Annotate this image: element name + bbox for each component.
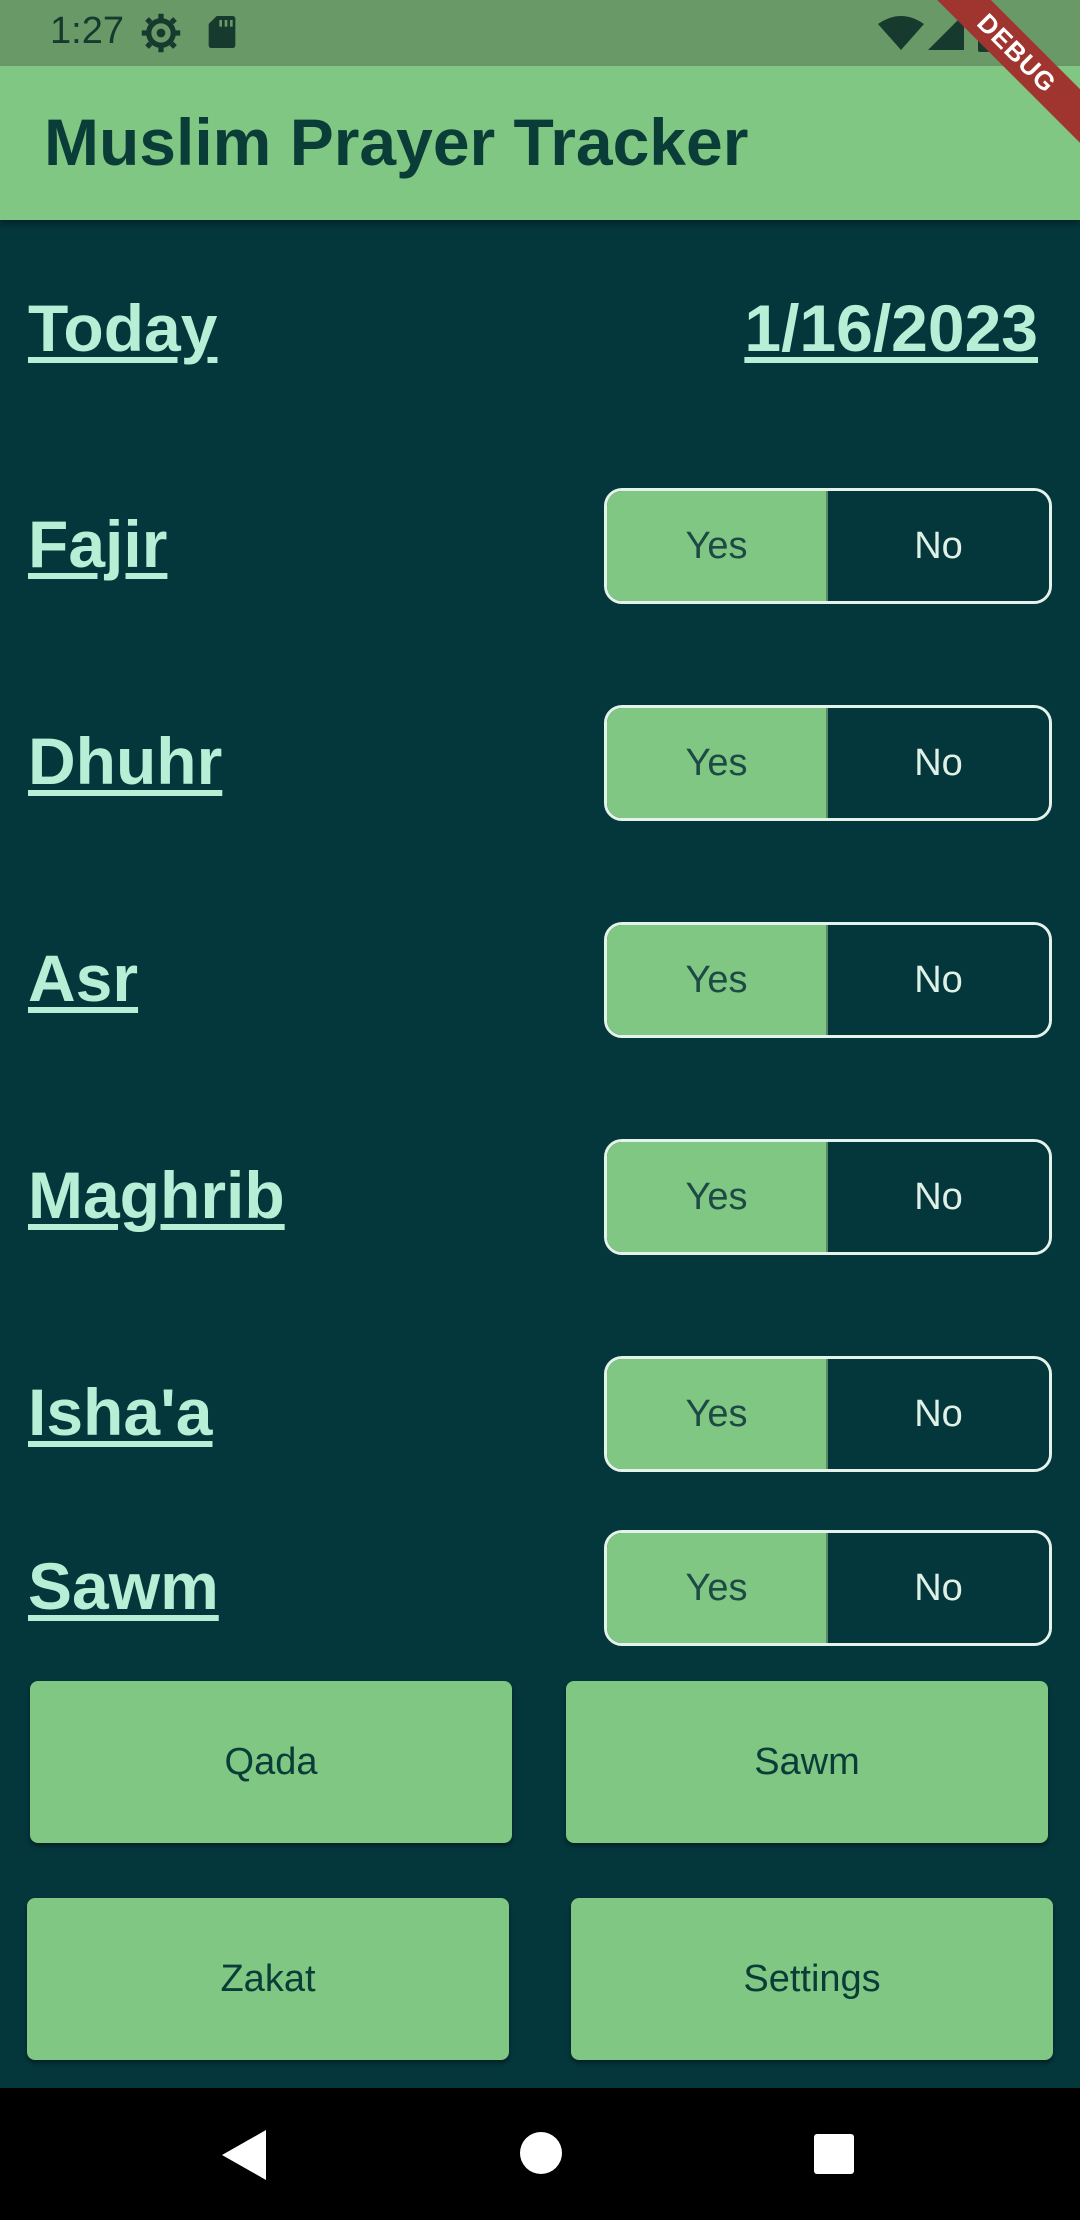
status-bar: 1:27 — [0, 0, 1080, 66]
prayer-toggle: Yes No — [604, 705, 1052, 821]
home-icon[interactable] — [520, 2132, 562, 2174]
prayer-name: Fajir — [28, 507, 168, 581]
status-time: 1:27 — [50, 10, 124, 52]
prayer-name: Maghrib — [28, 1158, 285, 1232]
prayer-row-fajir: Fajir Yes No — [28, 488, 1052, 604]
date-row: Today 1/16/2023 — [28, 290, 1038, 370]
sawm-button[interactable]: Sawm — [566, 1681, 1048, 1843]
system-nav-bar — [0, 2088, 1080, 2220]
zakat-button[interactable]: Zakat — [27, 1898, 509, 2060]
today-label: Today — [28, 291, 218, 365]
page-title: Muslim Prayer Tracker — [44, 105, 749, 179]
debug-ribbon-label: DEBUG — [922, 0, 1080, 148]
prayer-row-asr: Asr Yes No — [28, 922, 1052, 1038]
back-icon[interactable] — [222, 2130, 266, 2180]
prayer-name: Asr — [28, 941, 139, 1015]
app-bar: Muslim Prayer Tracker — [0, 66, 1080, 220]
prayer-name: Dhuhr — [28, 724, 223, 798]
no-option[interactable]: No — [828, 708, 1049, 818]
yes-option[interactable]: Yes — [607, 708, 828, 818]
yes-option[interactable]: Yes — [607, 925, 828, 1035]
prayer-name: Isha'a — [28, 1375, 213, 1449]
prayer-row-maghrib: Maghrib Yes No — [28, 1139, 1052, 1255]
prayer-toggle: Yes No — [604, 488, 1052, 604]
no-option[interactable]: No — [828, 1533, 1049, 1643]
recents-icon[interactable] — [814, 2134, 854, 2174]
yes-option[interactable]: Yes — [607, 491, 828, 601]
no-option[interactable]: No — [828, 491, 1049, 601]
yes-option[interactable]: Yes — [607, 1142, 828, 1252]
no-option[interactable]: No — [828, 1359, 1049, 1469]
prayer-toggle: Yes No — [604, 1356, 1052, 1472]
no-option[interactable]: No — [828, 925, 1049, 1035]
yes-option[interactable]: Yes — [607, 1533, 828, 1643]
prayer-name: Sawm — [28, 1549, 219, 1623]
prayer-row-ishaa: Isha'a Yes No — [28, 1356, 1052, 1472]
prayer-toggle: Yes No — [604, 1139, 1052, 1255]
prayer-toggle: Yes No — [604, 922, 1052, 1038]
debug-banner: DEBUG — [920, 0, 1080, 160]
yes-option[interactable]: Yes — [607, 1359, 828, 1469]
prayer-row-sawm: Sawm Yes No — [28, 1530, 1052, 1646]
date-label[interactable]: 1/16/2023 — [744, 290, 1038, 366]
prayer-row-dhuhr: Dhuhr Yes No — [28, 705, 1052, 821]
settings-button[interactable]: Settings — [571, 1898, 1053, 2060]
gear-icon — [141, 13, 181, 53]
qada-button[interactable]: Qada — [30, 1681, 512, 1843]
no-option[interactable]: No — [828, 1142, 1049, 1252]
wifi-icon — [878, 16, 924, 50]
sd-card-icon — [208, 16, 236, 48]
prayer-toggle: Yes No — [604, 1530, 1052, 1646]
app-screen: 1:27 Muslim Prayer Tracker DEBUG Today 1… — [0, 0, 1080, 2220]
